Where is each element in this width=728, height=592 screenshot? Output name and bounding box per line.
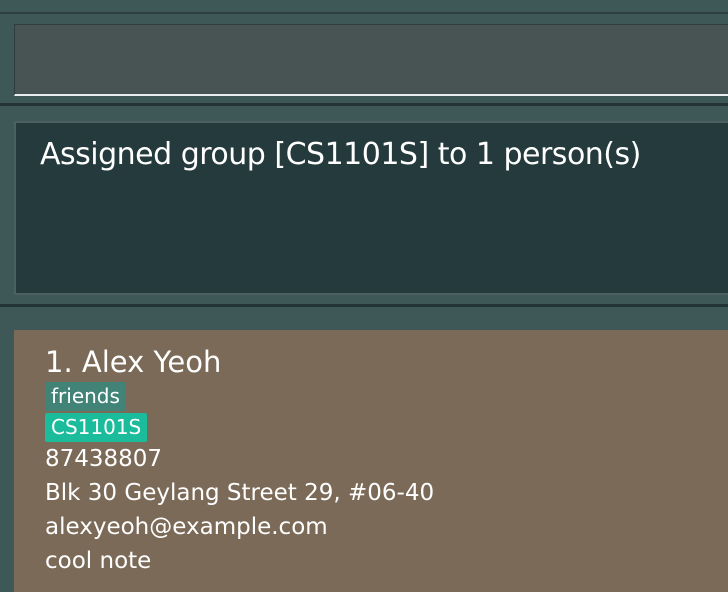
- person-list-panel[interactable]: 1. Alex Yeoh friends CS1101S 87438807 Bl…: [0, 310, 728, 592]
- tag-row: friends: [45, 380, 728, 411]
- top-strip: [0, 0, 728, 14]
- tag-friends: friends: [45, 382, 126, 411]
- group-row: CS1101S: [45, 411, 728, 442]
- person-card[interactable]: 1. Alex Yeoh friends CS1101S 87438807 Bl…: [14, 330, 728, 592]
- group-tag: CS1101S: [45, 413, 148, 442]
- command-input[interactable]: [15, 25, 728, 94]
- result-display[interactable]: Assigned group [CS1101S] to 1 person(s): [14, 121, 728, 295]
- command-box-container: [0, 14, 728, 106]
- person-note: cool note: [45, 548, 152, 574]
- command-box[interactable]: [14, 24, 728, 96]
- result-display-container: Assigned group [CS1101S] to 1 person(s): [0, 109, 728, 307]
- person-phone: 87438807: [45, 446, 163, 472]
- person-address: Blk 30 Geylang Street 29, #06-40: [45, 480, 435, 506]
- person-name: 1. Alex Yeoh: [45, 345, 222, 379]
- result-message: Assigned group [CS1101S] to 1 person(s): [40, 137, 641, 172]
- person-email: alexyeoh@example.com: [45, 514, 328, 540]
